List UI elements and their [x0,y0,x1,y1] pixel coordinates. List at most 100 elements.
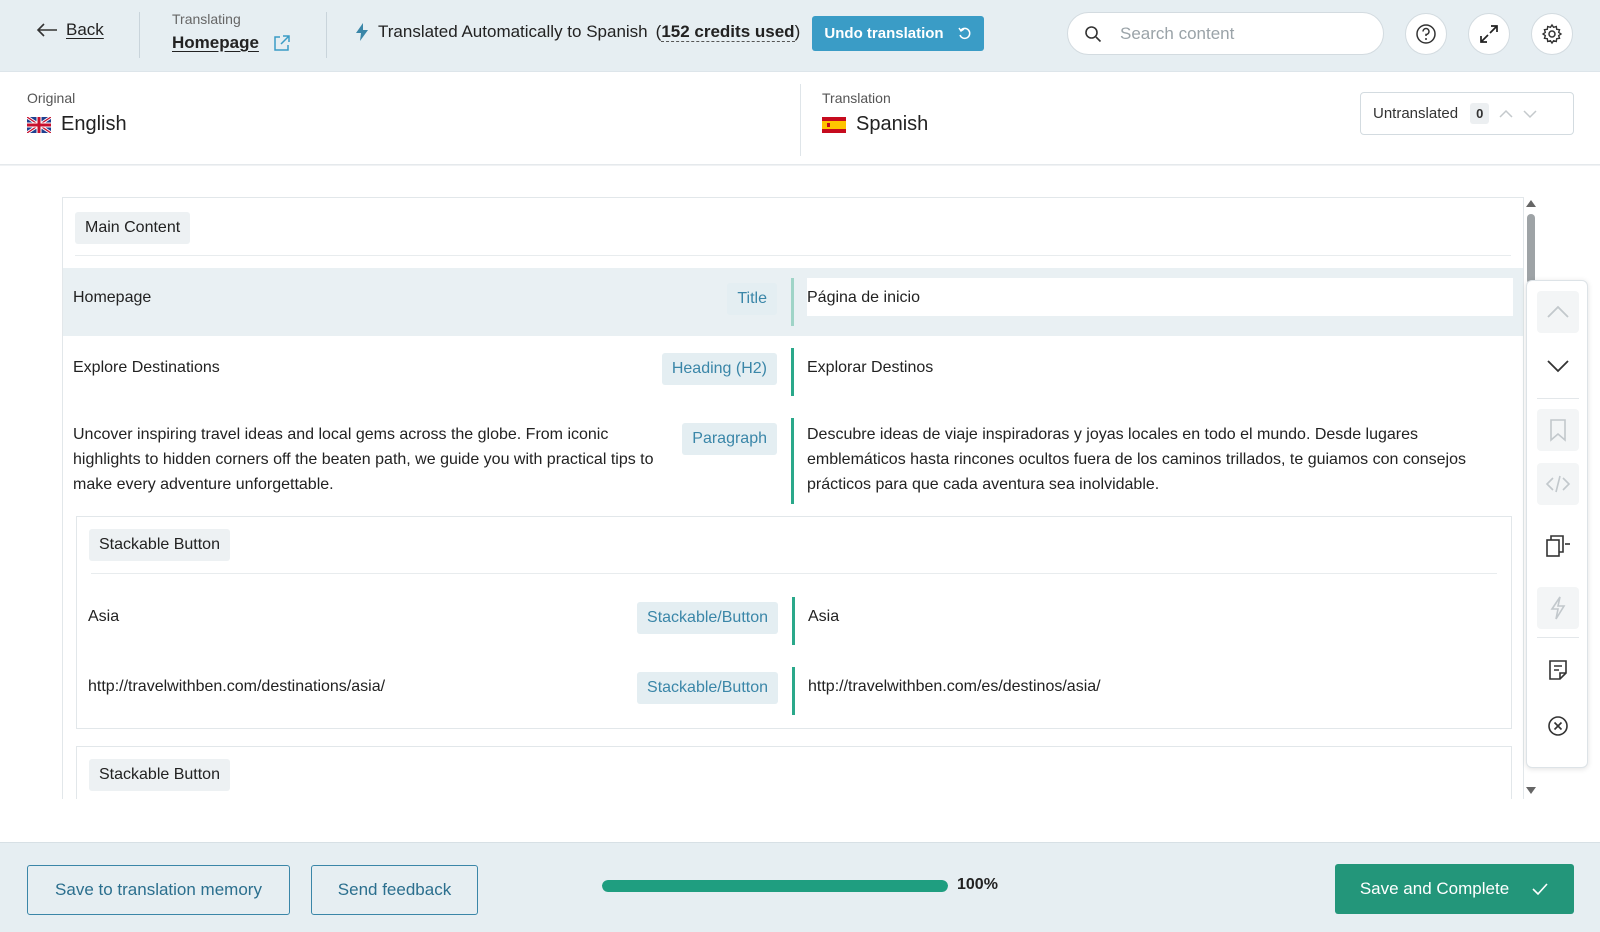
footer-bar: Save to translation memory Send feedback… [0,842,1600,932]
back-button[interactable]: Back [36,20,104,40]
fullscreen-button[interactable] [1468,13,1510,55]
auto-translated-text: Translated Automatically to Spanish [378,22,648,41]
auto-translate-button[interactable] [1537,587,1579,629]
original-language: Original English [27,90,127,136]
progress-percent: 100% [957,876,998,893]
translation-row[interactable]: Uncover inspiring travel ideas and local… [63,408,1523,508]
row-indicator [792,667,795,715]
target-text[interactable]: Explorar Destinos [807,355,933,380]
type-badge: Title [727,283,777,315]
scrollbar-thumb[interactable] [1527,214,1535,284]
search-input[interactable] [1120,23,1360,44]
undo-label: Undo translation [824,25,944,42]
target-text[interactable]: Asia [808,604,839,629]
translation-row[interactable]: Asia Stackable/Button Asia [64,587,1523,657]
search-box[interactable] [1067,12,1384,55]
divider [326,12,327,58]
help-icon [1416,24,1436,44]
clear-button[interactable] [1537,705,1579,747]
bookmark-icon [1550,419,1566,442]
external-link-icon[interactable] [273,34,291,52]
row-tools-panel [1526,280,1588,768]
previous-row-button[interactable] [1537,291,1579,333]
target-text[interactable]: Página de inicio [807,285,920,310]
code-button[interactable] [1537,463,1579,505]
divider [139,12,140,58]
language-bar: Original English Translation Spanish Unt… [0,72,1600,165]
translation-row[interactable]: http://travelwithben.com/destinations/as… [64,657,1523,727]
untranslated-label: Untranslated [1373,105,1459,122]
scroll-up-arrow[interactable] [1526,200,1536,207]
row-indicator [791,348,794,396]
copy-source-icon [1546,535,1570,557]
chevron-up-icon [1547,305,1569,318]
uk-flag-icon [27,116,51,133]
chevron-down-icon[interactable] [1523,109,1537,119]
expand-icon [1480,25,1498,43]
translation-row[interactable]: Homepage Title Página de inicio [63,268,1523,336]
source-text: http://travelwithben.com/destinations/as… [88,678,386,695]
next-row-button[interactable] [1537,345,1579,387]
editor-area: Main Content Homepage Title Página de in… [0,166,1600,842]
page-name-link[interactable]: Homepage [172,33,259,53]
bookmark-button[interactable] [1537,409,1579,451]
progress-fill [602,880,948,892]
copy-source-button[interactable] [1537,525,1579,567]
row-indicator [791,278,794,326]
divider [1537,398,1579,399]
divider [800,84,801,156]
type-badge: Stackable/Button [637,672,778,704]
clear-icon [1548,716,1568,736]
back-label: Back [66,20,104,39]
save-label: Save and Complete [1359,879,1510,898]
search-icon [1085,25,1102,42]
arrow-left-icon [36,23,57,37]
type-badge: Stackable/Button [637,602,778,634]
chevron-down-icon [1547,360,1569,373]
divider [1537,637,1579,638]
translation-label: Translation [822,90,891,106]
send-feedback-button[interactable]: Send feedback [311,865,478,915]
translation-row[interactable]: Explore Destinations Heading (H2) Explor… [63,338,1523,406]
translating-info: Translating Homepage [172,11,291,53]
translation-language-name: Spanish [856,113,929,135]
type-badge: Paragraph [682,423,777,455]
divider [91,573,1497,574]
gear-icon [1541,23,1563,45]
scroll-down-arrow[interactable] [1526,787,1536,794]
stackable-group: Stackable Button Asia Stackable/Button A… [76,516,1512,729]
type-badge: Heading (H2) [661,353,777,385]
spain-flag-icon [822,116,846,133]
group-title: Stackable Button [89,529,230,561]
save-to-memory-button[interactable]: Save to translation memory [27,865,290,915]
row-indicator [791,418,794,504]
progress-bar [602,880,948,892]
content-panel: Main Content Homepage Title Página de in… [62,197,1524,799]
source-text: Uncover inspiring travel ideas and local… [73,426,654,493]
source-text: Homepage [73,289,152,306]
untranslated-filter[interactable]: Untranslated 0 [1360,92,1574,135]
stackable-group: Stackable Button [76,746,1512,799]
auto-translation-info: Translated Automatically to Spanish (152… [354,22,800,42]
translation-language: Translation Spanish [822,90,928,136]
divider [75,255,1511,256]
settings-button[interactable] [1531,13,1573,55]
help-button[interactable] [1405,13,1447,55]
chevron-up-icon[interactable] [1499,109,1513,119]
target-text[interactable]: Descubre ideas de viaje inspiradoras y j… [807,422,1497,497]
undo-translation-button[interactable]: Undo translation [812,16,984,51]
target-text[interactable]: http://travelwithben.com/es/destinos/asi… [808,674,1101,699]
section-title: Main Content [75,212,191,244]
translating-label: Translating [172,11,241,27]
original-language-name: English [61,113,127,135]
notes-button[interactable] [1537,649,1579,691]
lightning-icon [356,23,368,41]
untranslated-count: 0 [1470,103,1490,124]
lightning-icon [1550,596,1566,620]
row-indicator [792,597,795,645]
source-text: Asia [88,608,120,625]
check-icon [1532,883,1548,896]
save-and-complete-button[interactable]: Save and Complete [1335,864,1574,914]
top-bar: Back Translating Homepage Translated Aut… [0,0,1600,72]
original-label: Original [27,90,76,106]
